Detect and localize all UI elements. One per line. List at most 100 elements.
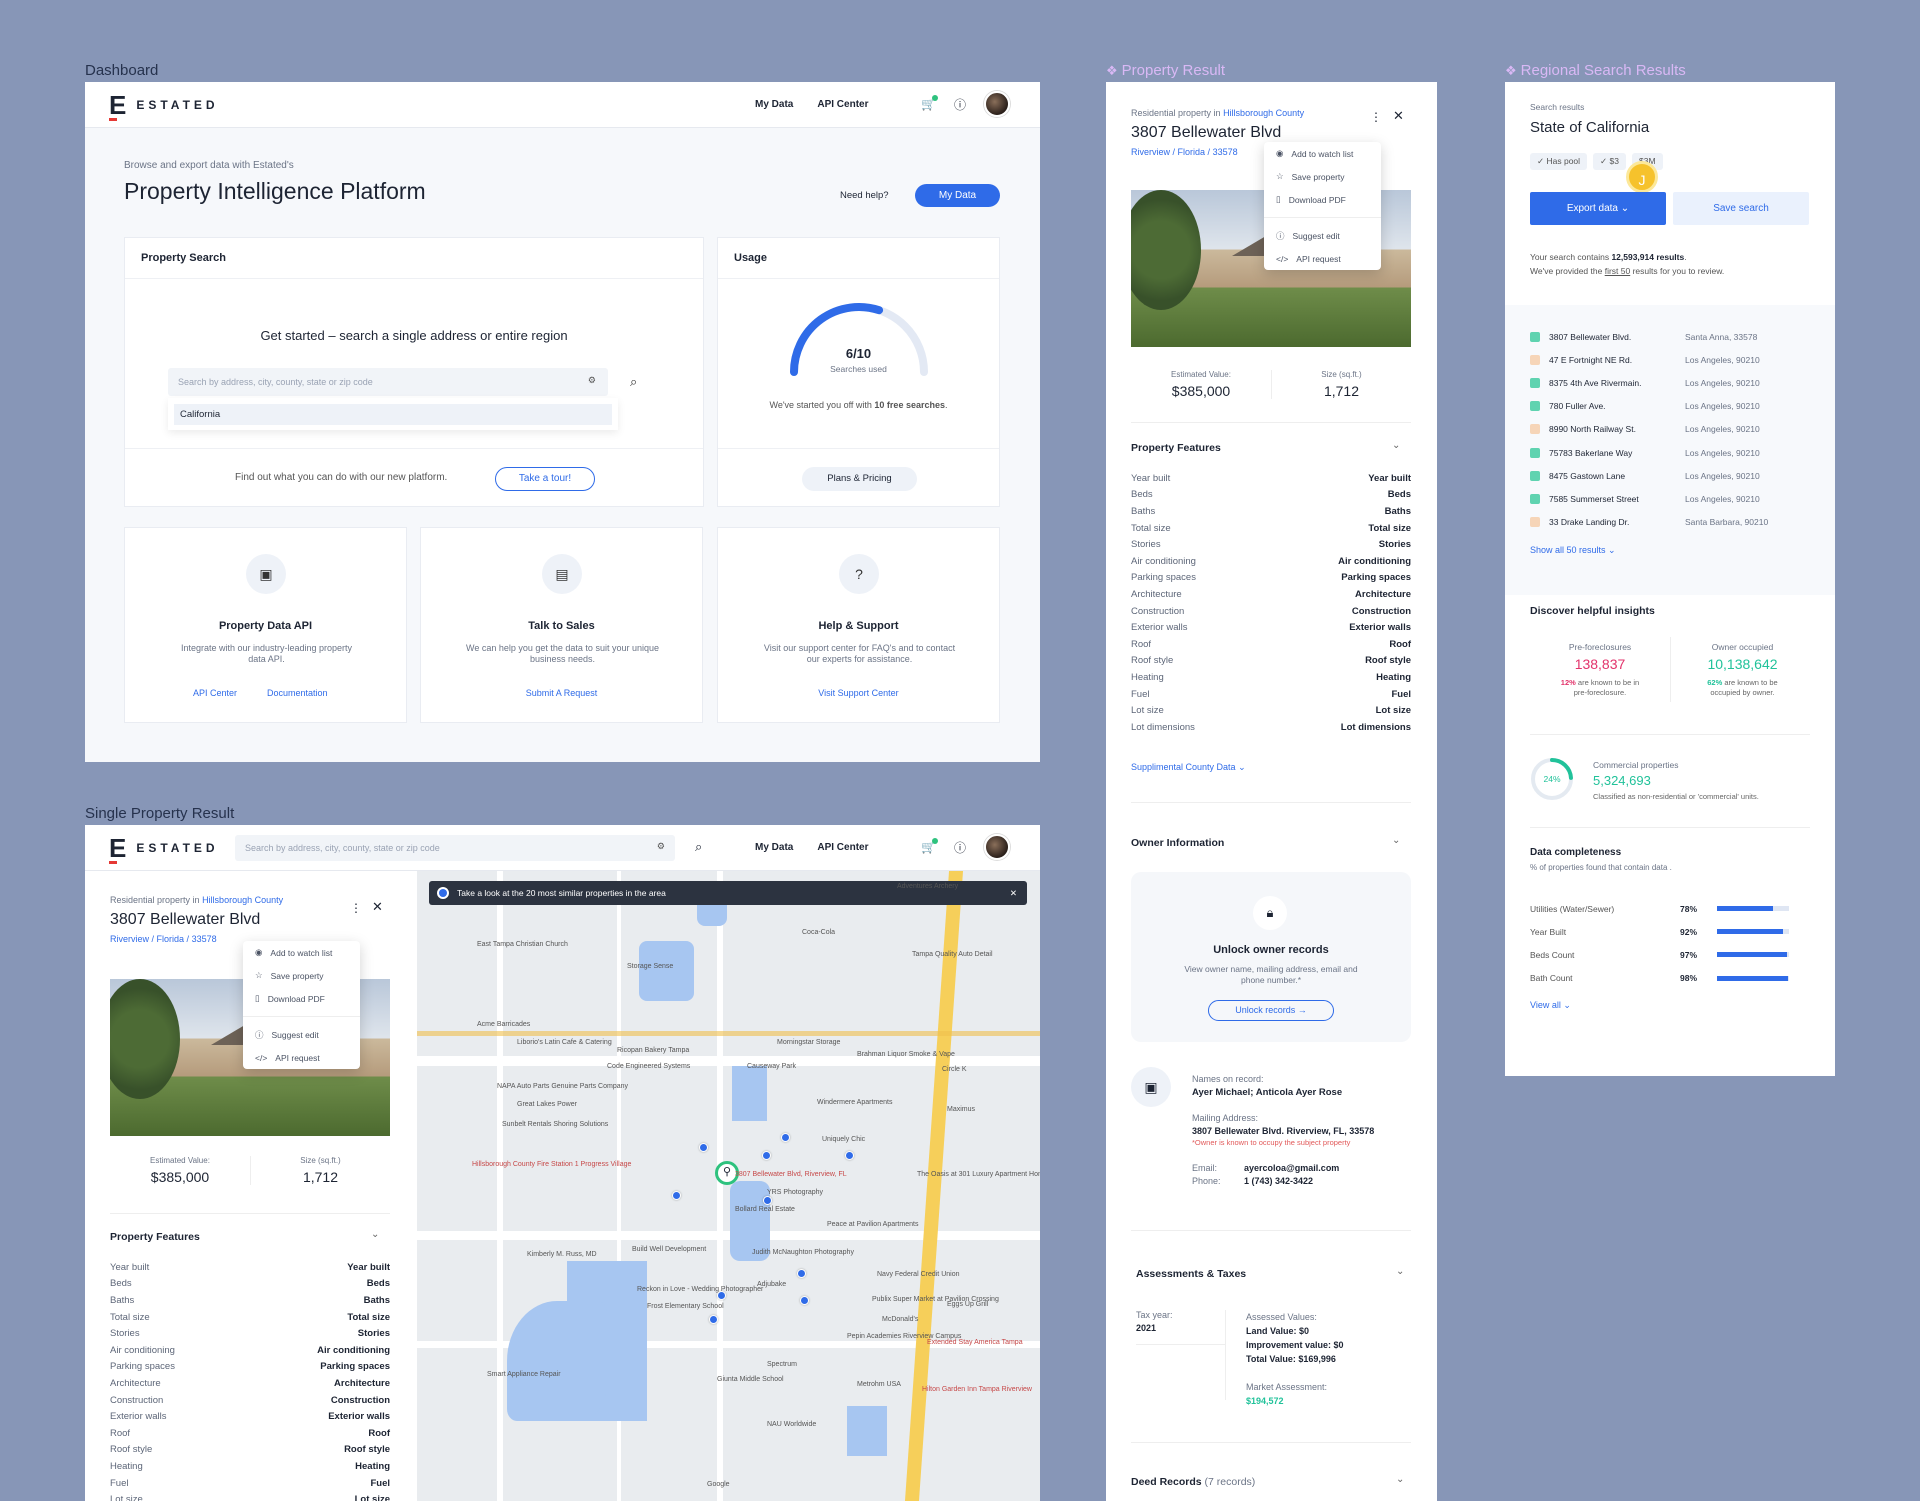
diamond-icon: ❖ [1106,63,1118,78]
map-label: NAPA Auto Parts Genuine Parts Company [497,1083,628,1090]
map-label: Tampa Quality Auto Detail [912,951,993,958]
show-all-link[interactable]: Show all 50 results ⌄ [1530,545,1616,556]
nav-api-center[interactable]: API Center [817,842,868,853]
owner-heading: Owner Information [1131,837,1225,849]
feature-row: Total size Total size [110,1311,390,1323]
status-square-icon [1530,447,1540,458]
search-icon[interactable]: ⌕ [630,374,637,390]
map-label: Uniquely Chic [822,1136,866,1143]
close-icon[interactable]: ✕ [1010,881,1017,905]
county-link[interactable]: Hillsborough County [202,895,283,905]
export-data-button[interactable]: Export data ⌄ [1530,192,1666,225]
page-subtitle: Browse and export data with Estated's [124,160,294,171]
filter-icon[interactable]: ⚙ [657,841,665,852]
map-label: Smart Appliance Repair [487,1371,561,1378]
list-item[interactable]: 3807 Bellewater Blvd. Santa Anna, 33578 [1530,325,1820,348]
list-item[interactable]: 8375 4th Ave Rivermain. Los Angeles, 9021… [1530,371,1820,394]
property-map[interactable]: Take a look at the 20 most similar prope… [417,871,1040,1501]
top-nav: E ESTATED My Data API Center 🛒 ⓘ [85,82,1040,128]
view-all-link[interactable]: View all ⌄ [1530,1000,1571,1011]
plans-pricing-button[interactable]: Plans & Pricing [802,467,917,491]
search-input[interactable]: Search by address, city, county, state o… [235,835,675,861]
search-icon[interactable]: ⌕ [695,839,702,855]
list-item[interactable]: 33 Drake Landing Dr. Santa Barbara, 90210 [1530,511,1820,534]
filter-icon[interactable]: ⚙ [588,375,596,386]
feature-row: Exterior walls Exterior walls [1131,622,1411,634]
map-label: Navy Federal Credit Union [877,1271,960,1278]
save-search-button[interactable]: Save search [1673,192,1809,225]
more-icon[interactable]: ⋮ [350,901,362,915]
submit-request-link[interactable]: Submit A Request [421,688,702,698]
list-item[interactable]: 7585 Summerset Street Los Angeles, 90210 [1530,487,1820,510]
estimated-value: $385,000 [1171,383,1231,399]
card-heading: Property Search [125,238,703,279]
feature-row: Heating Heating [110,1460,390,1472]
map-label: Circle K [942,1066,967,1073]
more-icon[interactable]: ⋮ [1370,110,1382,124]
documentation-link[interactable]: Documentation [267,688,328,698]
list-item[interactable]: 780 Fuller Ave. Los Angeles, 90210 [1530,395,1820,418]
map-label: Metrohm USA [857,1381,901,1388]
map-label: Hillsborough County Fire Station 1 Progr… [472,1161,632,1168]
list-item[interactable]: 75783 Bakerlane Way Los Angeles, 90210 [1530,441,1820,464]
cart-icon[interactable]: 🛒 [921,838,938,854]
support-center-link[interactable]: Visit Support Center [718,688,999,698]
svg-text:24%: 24% [1543,774,1560,784]
estated-logo[interactable]: E ESTATED [109,92,219,121]
feature-row: Year built Year built [1131,472,1411,484]
nav-my-data[interactable]: My Data [755,842,793,853]
close-icon[interactable]: ✕ [1393,108,1404,124]
status-square-icon [1530,377,1540,388]
question-icon: ? [839,554,879,594]
cart-icon[interactable]: 🛒 [921,95,938,111]
info-dot-icon [439,889,447,897]
my-data-button[interactable]: My Data [915,184,1000,207]
search-input[interactable]: Search by address, city, county, state o… [168,368,608,396]
section-label-property: ❖ Property Result [1106,62,1226,79]
chevron-down-icon[interactable]: ⌄ [1392,440,1400,451]
usage-note: We've started you off with 10 free searc… [769,400,948,410]
map-label: Hilton Garden Inn Tampa Riverview [922,1386,1032,1393]
completeness-row: Utilities (Water/Sewer) 78% [1530,897,1820,920]
insights-heading: Discover helpful insights [1530,605,1655,617]
chevron-down-icon[interactable]: ⌄ [1396,1474,1404,1485]
help-icon[interactable]: ⓘ [954,96,966,113]
unlock-records-button[interactable]: Unlock records → [1208,1000,1334,1021]
feature-row: Architecture Architecture [1131,588,1411,600]
avatar[interactable] [983,834,1010,860]
list-item[interactable]: 8990 North Railway St. Los Angeles, 90210 [1530,418,1820,441]
chevron-down-icon[interactable]: ⌄ [1396,1266,1404,1277]
list-item[interactable]: 8475 Gastown Lane Los Angeles, 90210 [1530,464,1820,487]
county-link[interactable]: Hillsborough County [1223,108,1304,118]
chevron-down-icon[interactable]: ⌄ [371,1229,379,1240]
feature-row: Lot dimensions Lot dimensions [1131,721,1411,733]
owner-details: Names on record: Ayer Michael; Anticola … [1192,1074,1375,1186]
nav-api-center[interactable]: API Center [817,99,868,110]
chat-icon: ▤ [542,554,582,594]
suggestion-item[interactable]: California [174,404,612,425]
map-label: Ricopan Bakery Tampa [617,1047,690,1054]
list-item[interactable]: 47 E Fortnight NE Rd. Los Angeles, 90210 [1530,348,1820,371]
need-help-link[interactable]: Need help? [840,190,889,201]
preforeclosures-stat: Pre-foreclosures 138,837 12% are known t… [1560,642,1640,697]
take-tour-button[interactable]: Take a tour! [495,467,595,491]
status-square-icon [1530,401,1540,412]
chevron-down-icon[interactable]: ⌄ [1392,835,1400,846]
feature-row: Baths Baths [110,1294,390,1306]
property-menu: ◉ Add to watch list ☆ Save property ▯ Downl… [1264,142,1381,270]
close-icon[interactable]: ✕ [372,899,383,915]
avatar[interactable] [983,91,1010,117]
property-result-panel: Residential property in Hillsborough Cou… [1106,82,1437,1501]
status-square-icon [1530,493,1540,504]
eye-icon: ◉ [1276,148,1284,158]
map-label: Bollard Real Estate [735,1206,795,1213]
api-center-link[interactable]: API Center [193,688,237,698]
property-address: 3807 Bellewater Blvd [110,911,261,928]
usage-card: Usage 6/10 Searches used We've started y… [717,237,1000,507]
results-list: 3807 Bellewater Blvd. Santa Anna, 33578 47… [1505,305,1835,595]
status-square-icon [1530,424,1540,435]
help-icon[interactable]: ⓘ [954,839,966,856]
nav-my-data[interactable]: My Data [755,99,793,110]
supplemental-link[interactable]: Supplimental County Data ⌄ [1131,762,1246,773]
estated-logo[interactable]: E ESTATED [109,835,219,864]
